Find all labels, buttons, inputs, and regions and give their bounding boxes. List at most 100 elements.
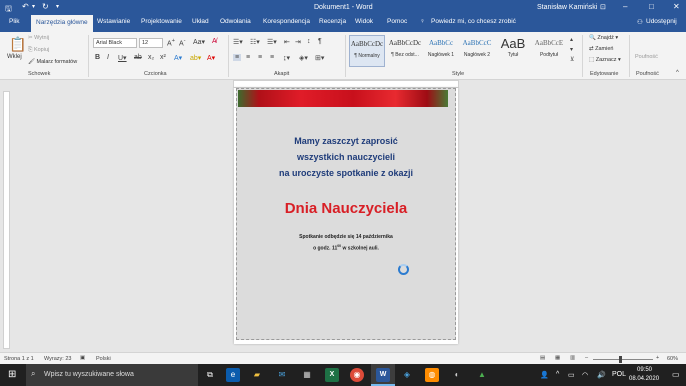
app-icon-3[interactable]: ▲ xyxy=(475,368,489,382)
style-heading-2[interactable]: AaBbCcC Nagłówek 2 xyxy=(459,35,495,67)
subscript-icon[interactable]: x₂ xyxy=(148,54,154,61)
ribbon-options-icon[interactable]: ⊡ xyxy=(600,3,606,11)
edge-icon[interactable]: e xyxy=(226,368,240,382)
decrease-indent-icon[interactable]: ⇤ xyxy=(284,38,290,46)
styles-more-icon[interactable]: ⊻ xyxy=(570,56,574,63)
align-center-icon[interactable]: ≡ xyxy=(246,54,250,61)
superscript-icon[interactable]: x² xyxy=(160,54,166,61)
zoom-level[interactable]: 60% xyxy=(667,356,678,362)
show-hidden-icons[interactable]: ^ xyxy=(556,371,559,378)
font-color-icon[interactable]: A▾ xyxy=(207,54,215,62)
align-left-icon[interactable]: ≡ xyxy=(233,54,242,61)
strikethrough-icon[interactable]: ab xyxy=(134,54,142,61)
word-count[interactable]: Wyrazy: 23 xyxy=(44,356,71,362)
page-count[interactable]: Strona 1 z 1 xyxy=(4,356,34,362)
zoom-slider-thumb[interactable] xyxy=(619,356,622,363)
justify-icon[interactable]: ≡ xyxy=(270,54,274,61)
show-marks-icon[interactable]: ¶ xyxy=(318,38,322,45)
user-name[interactable]: Stanisław Kamiński xyxy=(537,4,597,11)
wifi-icon[interactable]: ◠ xyxy=(582,371,588,379)
windows-start-icon[interactable]: ⊞ xyxy=(8,369,16,380)
align-right-icon[interactable]: ≡ xyxy=(258,54,262,61)
tab-review[interactable]: Recenzja xyxy=(319,18,346,25)
styles-scroll-up-icon[interactable]: ▴ xyxy=(570,36,573,43)
borders-icon[interactable]: ⊞▾ xyxy=(315,54,324,62)
tab-references[interactable]: Odwołania xyxy=(220,18,251,25)
file-explorer-icon[interactable]: ▰ xyxy=(250,368,264,382)
font-name-select[interactable]: Arial Black xyxy=(93,38,137,48)
document-page[interactable]: Mamy zaszczyt zaprosić wszystkich nauczy… xyxy=(234,88,458,344)
format-painter-button[interactable]: 🖌 Malarz formatów xyxy=(28,59,77,65)
language-indicator[interactable]: POL xyxy=(612,371,626,378)
redo-icon[interactable]: ↻ xyxy=(42,2,49,11)
network-icon[interactable]: ▭ xyxy=(568,371,575,379)
mail-icon[interactable]: ✉ xyxy=(275,368,289,382)
notifications-icon[interactable]: ▭ xyxy=(672,370,680,379)
tab-design[interactable]: Projektowanie xyxy=(141,18,182,25)
styles-scroll-down-icon[interactable]: ▾ xyxy=(570,46,573,53)
tab-home[interactable]: Narzędzia główne xyxy=(31,15,93,32)
bullets-icon[interactable]: ☰▾ xyxy=(233,38,243,46)
style-heading-1[interactable]: AaBbCc Nagłówek 1 xyxy=(423,35,459,67)
web-layout-icon[interactable]: ▥ xyxy=(570,355,575,361)
replace-button[interactable]: ⇄ Zamień xyxy=(589,46,613,52)
zoom-in-icon[interactable]: + xyxy=(656,355,659,361)
flowers-image[interactable] xyxy=(238,90,448,107)
print-layout-icon[interactable]: ▦ xyxy=(555,355,560,361)
chrome-icon[interactable]: ◉ xyxy=(350,368,364,382)
clock-date[interactable]: 08.04.2020 xyxy=(629,376,659,382)
paste-button[interactable]: Wklej xyxy=(7,54,22,60)
numbering-icon[interactable]: ☷▾ xyxy=(250,38,260,46)
minimize-icon[interactable]: – xyxy=(623,2,627,11)
shrink-font-icon[interactable]: A- xyxy=(179,38,186,47)
shading-icon[interactable]: ◈▾ xyxy=(299,54,308,62)
tab-mailings[interactable]: Korespondencja xyxy=(263,18,310,25)
tab-layout[interactable]: Układ xyxy=(192,18,209,25)
style-normal[interactable]: AaBbCcDc ¶ Normalny xyxy=(349,35,385,67)
change-case-icon[interactable]: Aa▾ xyxy=(193,38,205,46)
undo-dropdown-icon[interactable]: ▾ xyxy=(32,3,35,10)
excel-icon[interactable]: X xyxy=(325,368,339,382)
firefox-icon[interactable]: ◍ xyxy=(425,368,439,382)
collapse-ribbon-icon[interactable]: ^ xyxy=(676,70,679,76)
tab-help[interactable]: Pomoc xyxy=(387,18,407,25)
zoom-slider[interactable] xyxy=(593,359,653,360)
clear-formatting-icon[interactable]: A̸ xyxy=(212,38,217,45)
select-button[interactable]: ⬚ Zaznacz ▾ xyxy=(589,57,621,63)
clock-time[interactable]: 09:50 xyxy=(637,367,652,373)
line-spacing-icon[interactable]: ↨▾ xyxy=(283,54,290,62)
tab-insert[interactable]: Wstawianie xyxy=(97,18,130,25)
font-size-select[interactable]: 12 xyxy=(139,38,163,48)
horizontal-ruler[interactable] xyxy=(233,80,459,88)
language-status[interactable]: Polski xyxy=(96,356,111,362)
sort-icon[interactable]: ↕ xyxy=(307,38,311,45)
share-button[interactable]: Udostępnij xyxy=(646,18,677,25)
vertical-ruler[interactable] xyxy=(3,91,10,349)
style-subtitle[interactable]: AaBbCcE Podtytuł xyxy=(531,35,567,67)
volume-icon[interactable]: 🔊 xyxy=(597,371,606,379)
tell-me-box[interactable]: Powiedz mi, co chcesz zrobić xyxy=(431,18,516,25)
copy-button[interactable]: ⎘ Kopiuj xyxy=(28,47,49,54)
tab-file[interactable]: Plik xyxy=(9,18,19,25)
text-effects-icon[interactable]: A▾ xyxy=(174,54,182,62)
close-icon[interactable]: ✕ xyxy=(673,2,680,11)
undo-icon[interactable]: ↶ xyxy=(22,2,29,11)
bold-icon[interactable]: B xyxy=(95,54,100,61)
calculator-icon[interactable]: ▦ xyxy=(300,368,314,382)
paste-icon[interactable]: 📋 xyxy=(9,36,26,53)
read-mode-icon[interactable]: ▤ xyxy=(540,355,545,361)
style-title[interactable]: AaB Tytuł xyxy=(495,35,531,67)
people-icon[interactable]: 👤 xyxy=(540,371,549,379)
italic-icon[interactable]: I xyxy=(107,54,109,61)
multilevel-list-icon[interactable]: ☰▾ xyxy=(267,38,277,46)
sensitivity-button[interactable]: Poufność xyxy=(635,54,658,60)
taskbar-search-box[interactable]: ⌕ Wpisz tu wyszukiwane słowa xyxy=(26,364,198,386)
grow-font-icon[interactable]: A+ xyxy=(167,38,175,47)
style-no-spacing[interactable]: AaBbCcDc ¶ Bez odst... xyxy=(387,35,423,67)
underline-icon[interactable]: U▾ xyxy=(118,54,127,62)
task-view-icon[interactable]: ⧉ xyxy=(203,368,217,382)
highlight-icon[interactable]: ab▾ xyxy=(190,54,201,62)
cut-button[interactable]: ✂ Wytnij xyxy=(28,35,49,41)
increase-indent-icon[interactable]: ⇥ xyxy=(295,38,301,46)
customize-qat-icon[interactable]: ▾ xyxy=(56,3,59,10)
